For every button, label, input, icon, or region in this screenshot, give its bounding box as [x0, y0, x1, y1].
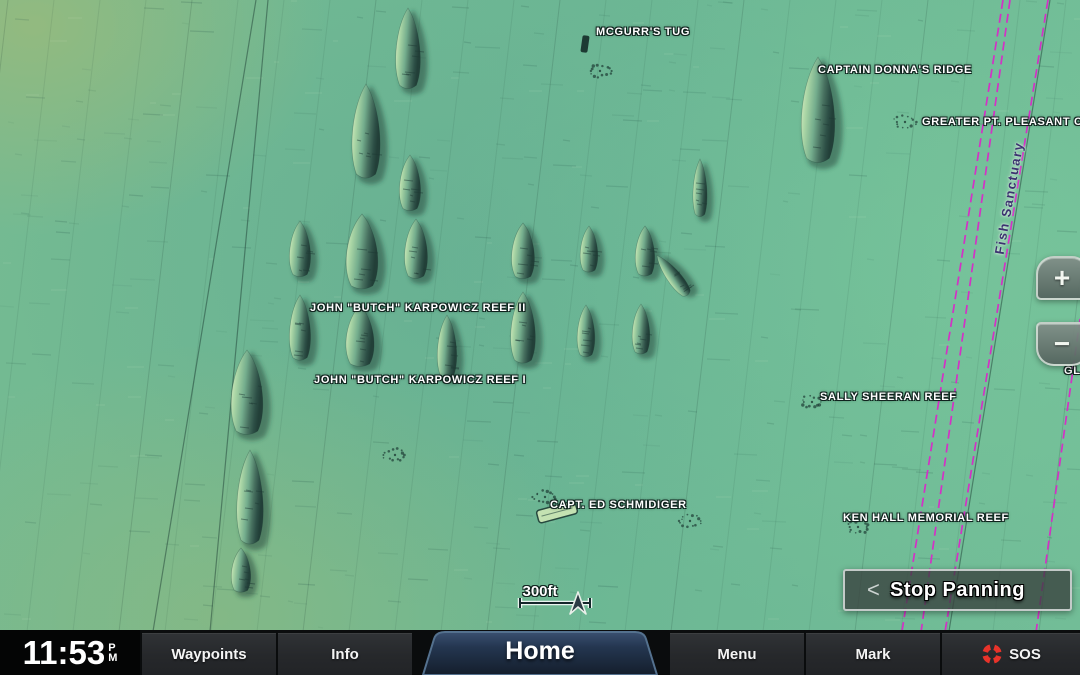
waypoints-button[interactable]: Waypoints — [140, 630, 276, 675]
menu-button[interactable]: Menu — [668, 630, 804, 675]
sanctuary-boundary-lines — [895, 0, 1080, 630]
clock: 11:53 P M — [0, 630, 140, 675]
greater-pt-pleasant-chart-label: GREATER PT. PLEASANT CHART — [922, 116, 1080, 128]
home-tab-zone: Home — [412, 630, 668, 675]
sos-button[interactable]: SOS — [940, 630, 1080, 675]
zoom-in-button[interactable]: + — [1036, 256, 1080, 300]
info-label: Info — [331, 646, 359, 663]
track-lines — [148, 0, 1050, 630]
info-button[interactable]: Info — [276, 630, 412, 675]
john-butch-karpowicz-reef-i-label: JOHN "BUTCH" KARPOWICZ REEF I — [314, 374, 526, 386]
map-scale-text: 300ft — [508, 583, 572, 600]
waypoints-label: Waypoints — [171, 646, 246, 663]
plus-icon: + — [1054, 262, 1070, 294]
ken-hall-memorial-reef-label: KEN HALL MEMORIAL REEF — [843, 512, 1009, 524]
menu-label: Menu — [717, 646, 756, 663]
mark-label: Mark — [855, 646, 890, 663]
survey-lines — [0, 0, 1080, 630]
captain-donnas-ridge-label: CAPTAIN DONNA'S RIDGE — [818, 64, 972, 76]
mcgurrs-tug-label: MCGURR'S TUG — [596, 26, 690, 38]
gl-partial-label: GL — [1064, 365, 1080, 377]
mark-button[interactable]: Mark — [804, 630, 940, 675]
sos-label: SOS — [1009, 646, 1041, 663]
capt-ed-schmidiger-label: CAPT. ED SCHMIDIGER — [550, 499, 687, 511]
chart-map[interactable]: MCGURR'S TUG CAPTAIN DONNA'S RIDGE GREATER… — [0, 0, 1080, 630]
minus-icon: − — [1054, 328, 1070, 360]
stop-panning-button[interactable]: < Stop Panning — [843, 569, 1072, 611]
zoom-out-button[interactable]: − — [1036, 322, 1080, 366]
sally-sheeran-reef-label: SALLY SHEERAN REEF — [820, 391, 957, 403]
clock-meridiem: P M — [108, 643, 117, 663]
back-chevron-icon: < — [867, 571, 880, 609]
chartplotter-screen: MCGURR'S TUG CAPTAIN DONNA'S RIDGE GREATER… — [0, 0, 1080, 675]
bottom-toolbar: 11:53 P M Waypoints Info — [0, 630, 1080, 675]
tug-shape — [580, 35, 589, 53]
john-butch-karpowicz-reef-ii-label: JOHN "BUTCH" KARPOWICZ REEF II — [310, 302, 526, 314]
clock-time: 11:53 — [23, 634, 106, 672]
life-ring-icon — [981, 643, 1003, 665]
map-canvas[interactable] — [0, 0, 1080, 630]
home-button[interactable]: Home — [412, 637, 668, 666]
